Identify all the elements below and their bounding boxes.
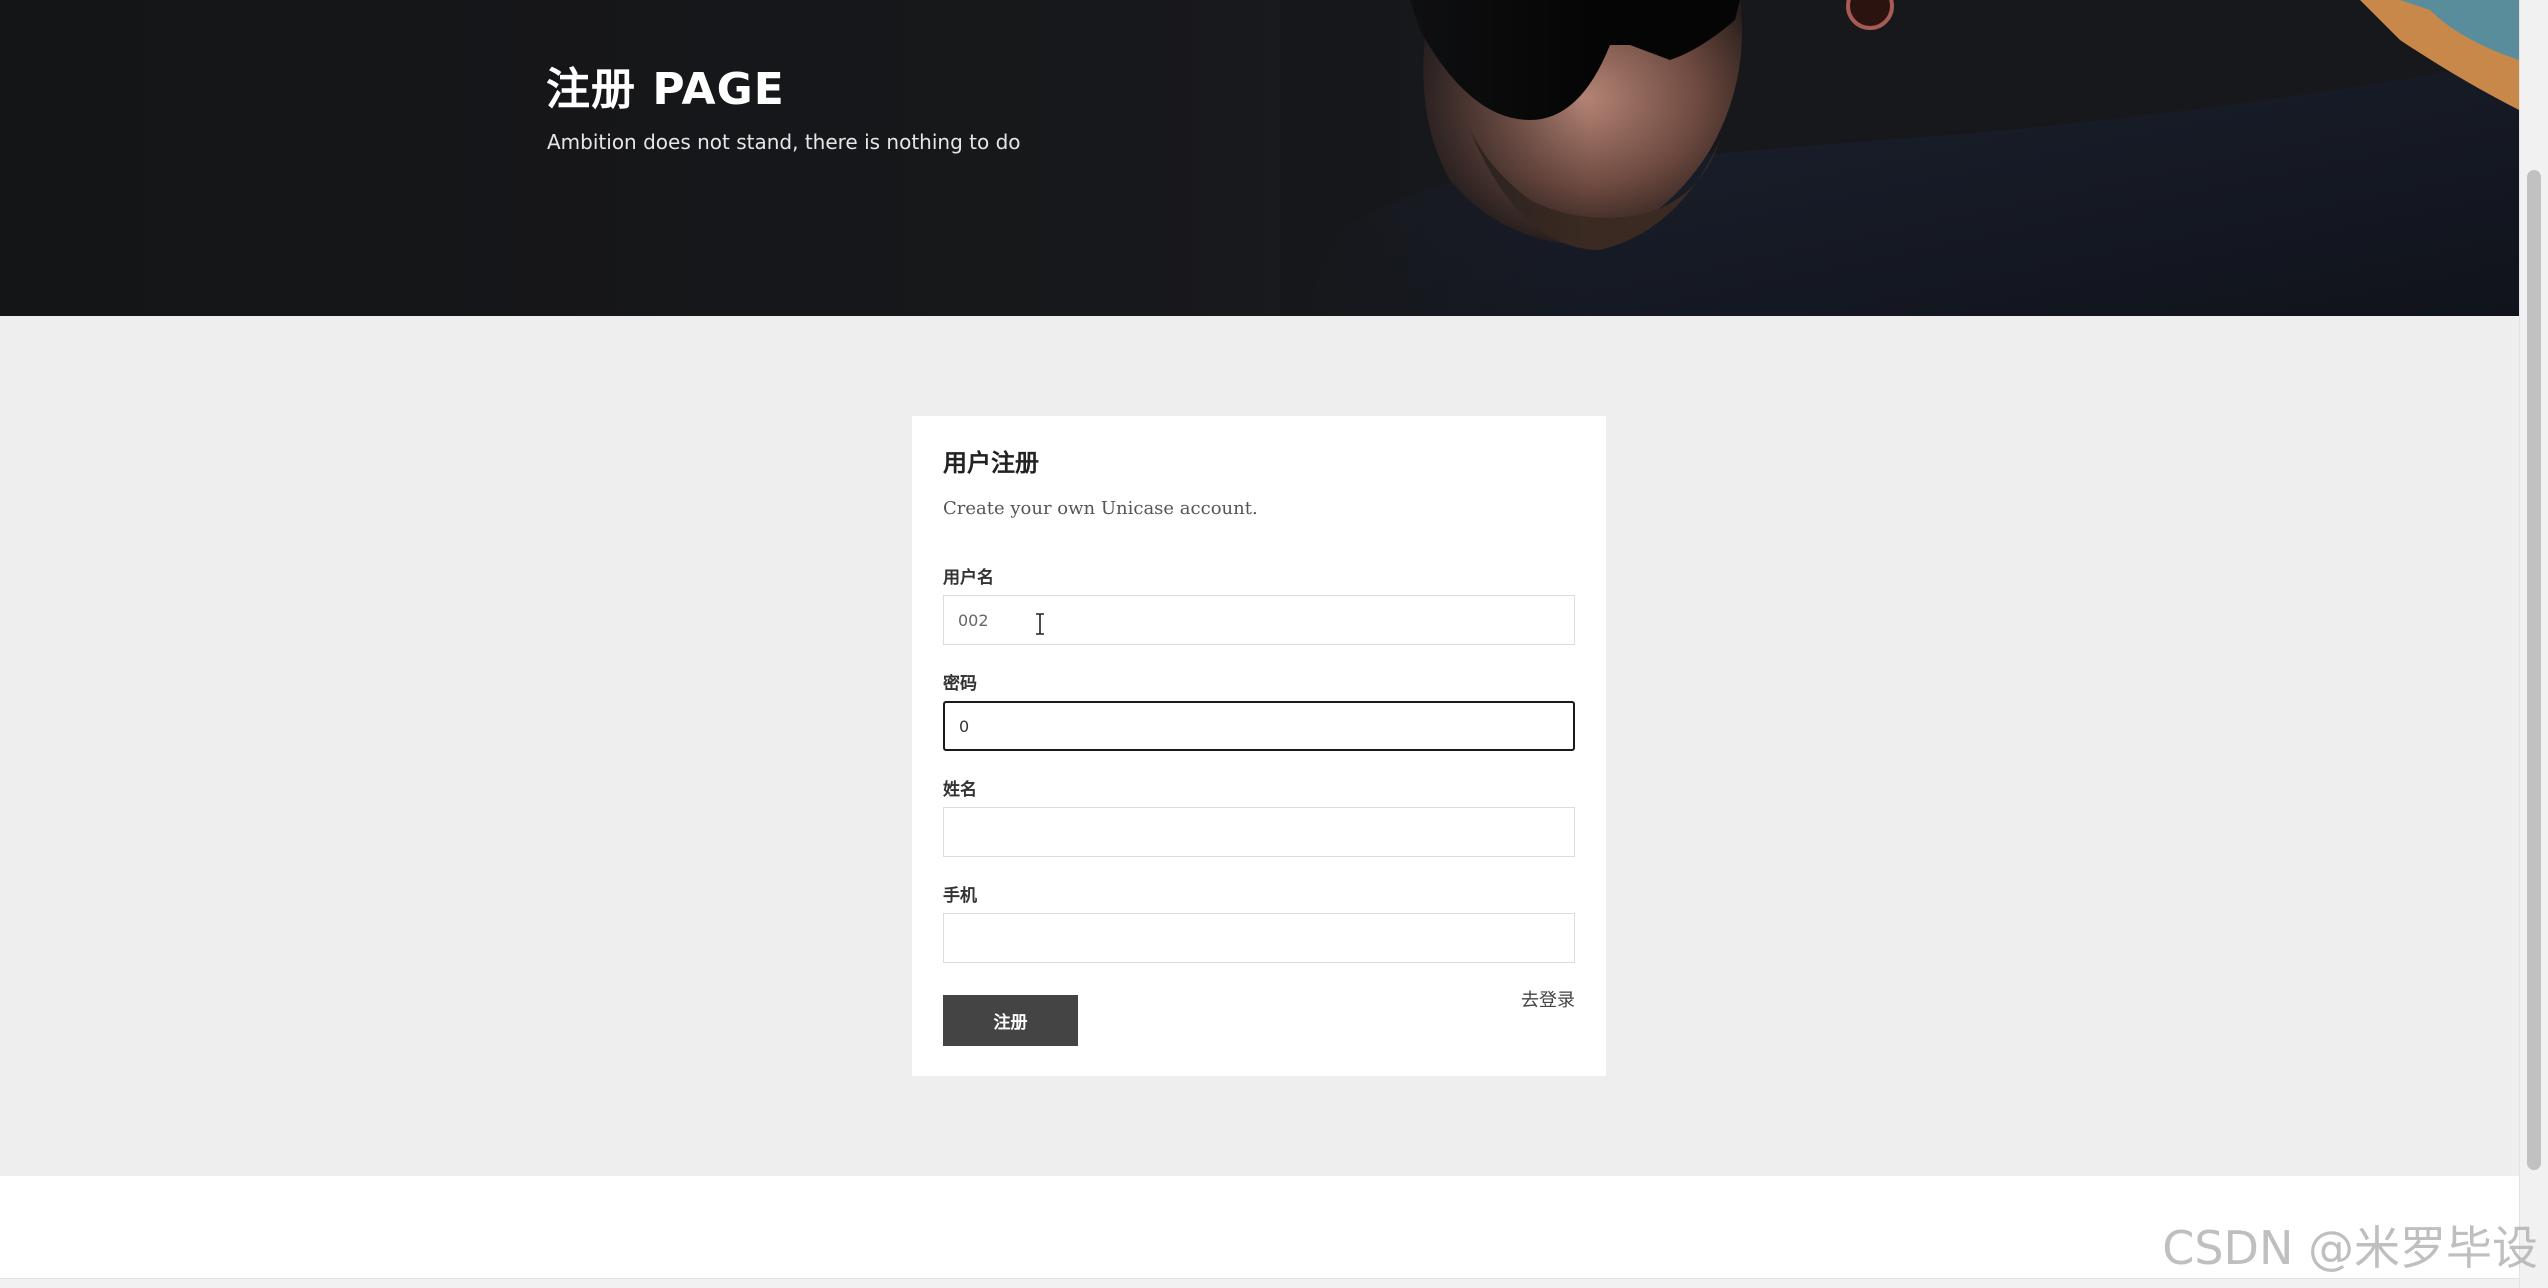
phone-input[interactable] [943,913,1575,963]
go-login-link[interactable]: 去登录 [1521,988,1575,1014]
page: 注册 PAGE Ambition does not stand, there i… [0,0,2548,1288]
phone-label: 手机 [943,886,977,906]
password-label: 密码 [943,674,977,694]
name-label: 姓名 [943,780,977,800]
horizontal-scrollbar[interactable] [0,1278,2519,1288]
hero-portrait-image [1280,0,2519,316]
register-form: 用户注册 Create your own Unicase account. 用户… [912,416,1606,1076]
name-input[interactable] [943,807,1575,857]
page-subtitle: Ambition does not stand, there is nothin… [547,130,1021,154]
username-label: 用户名 [943,568,994,588]
text-cursor-icon [1036,613,1044,635]
page-title: 注册 PAGE [546,64,785,115]
main-content: 用户注册 Create your own Unicase account. 用户… [0,316,2519,1176]
register-button[interactable]: 注册 [943,995,1078,1046]
password-input[interactable] [943,701,1575,751]
scrollbar-thumb[interactable] [2527,170,2541,1170]
form-subtitle: Create your own Unicase account. [943,498,1258,519]
hero-banner: 注册 PAGE Ambition does not stand, there i… [0,0,2519,316]
form-title: 用户注册 [943,449,1039,477]
watermark: CSDN @米罗毕设 [2162,1221,2538,1275]
vertical-scrollbar[interactable] [2519,0,2548,1288]
